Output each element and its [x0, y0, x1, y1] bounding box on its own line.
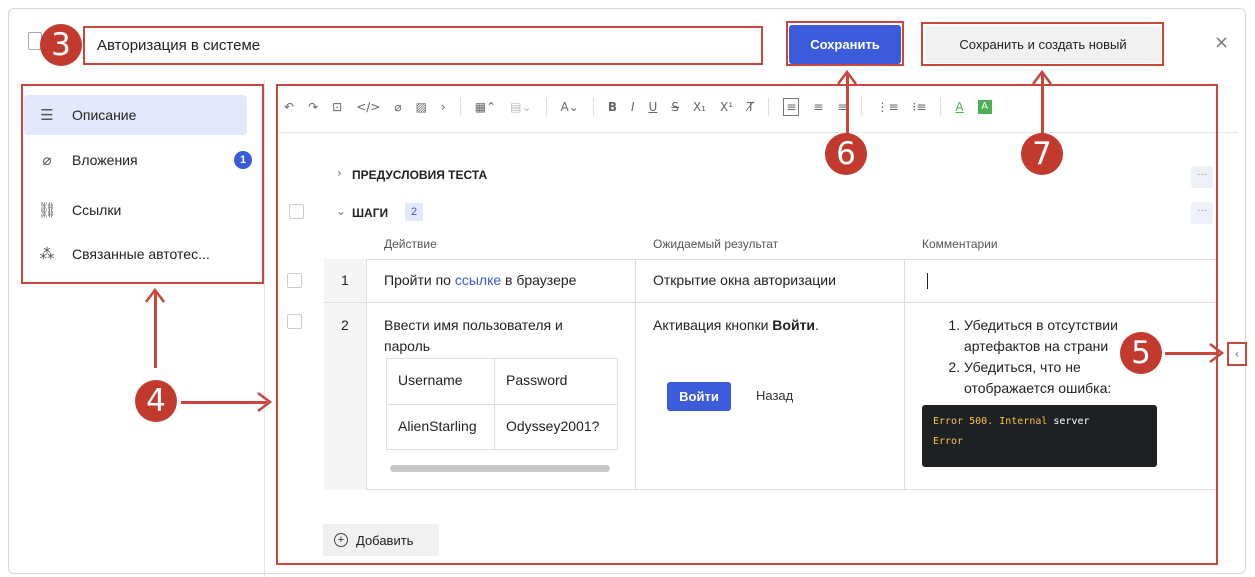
- annotation-marker-5: 5: [1120, 332, 1162, 374]
- screenshot-stage: Авторизация в системе Сохранить Сохранит…: [0, 0, 1255, 577]
- annotation-marker-7: 7: [1021, 133, 1063, 175]
- annotation-marker-4: 4: [135, 380, 177, 422]
- annotation-marker-6: 6: [825, 133, 867, 175]
- annotation-marker-3: 3: [40, 24, 82, 66]
- arrowheads: [145, 69, 1225, 412]
